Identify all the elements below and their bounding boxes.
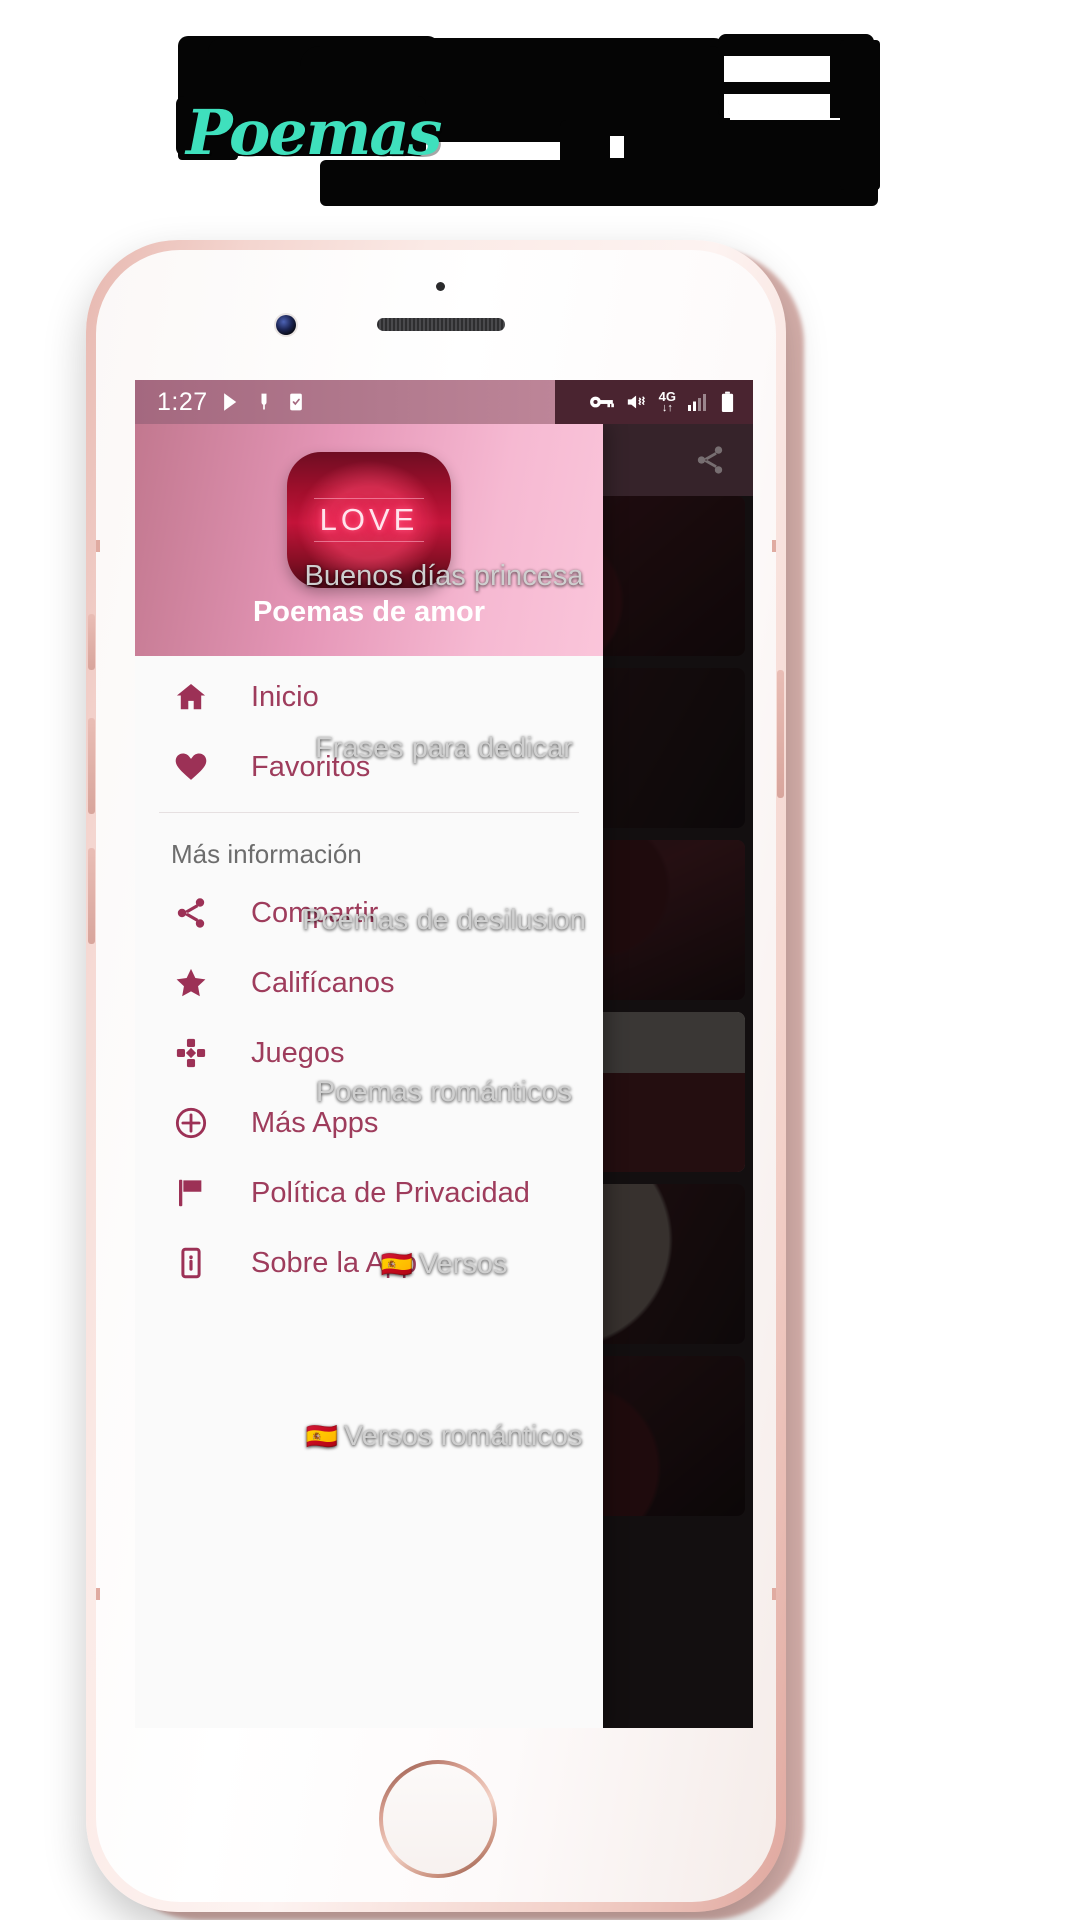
volume-up-button[interactable] xyxy=(88,718,95,814)
app-icon-label: LOVE xyxy=(313,498,425,542)
app-checkbox-icon xyxy=(286,391,306,413)
redaction-gap xyxy=(610,136,624,158)
redaction-block xyxy=(840,40,880,190)
sidebar-item-label: Juegos xyxy=(251,1036,345,1069)
card-label-text: Versos románticos xyxy=(343,1419,583,1452)
redaction-gap xyxy=(724,94,830,118)
status-bar-right: 4G ↓↑ xyxy=(555,380,753,424)
battery-icon xyxy=(720,391,735,413)
vpn-key-icon xyxy=(589,392,615,412)
antenna-line xyxy=(772,540,776,552)
phone-screen: Buenos días princesa Frases para dedicar… xyxy=(135,380,753,1728)
power-button[interactable] xyxy=(777,670,784,798)
sidebar-item-label: Más Apps xyxy=(251,1106,379,1139)
phone-device: Buenos días princesa Frases para dedicar… xyxy=(86,240,804,1920)
earpiece-speaker xyxy=(377,318,505,331)
card-label: 🇪🇸 Versos románticos xyxy=(296,1419,593,1453)
card-label-text: Versos xyxy=(418,1247,508,1280)
sidebar-item-label: Califícanos xyxy=(251,966,395,999)
sidebar-item-inicio[interactable]: Inicio xyxy=(135,662,603,732)
redaction-gap xyxy=(724,56,830,82)
drawer-section-title: Más información xyxy=(171,839,362,869)
antenna-line xyxy=(96,540,100,552)
banner-script-title: Poemas xyxy=(186,96,442,169)
app-name-label: Poemas de amor xyxy=(252,596,486,628)
proximity-sensor-icon xyxy=(436,282,445,291)
sidebar-item-politica-privacidad[interactable]: Política de Privacidad xyxy=(135,1158,603,1228)
mobile-data-4g-icon: 4G ↓↑ xyxy=(659,390,676,414)
antenna-line xyxy=(96,1588,100,1600)
flag-icon xyxy=(173,1175,251,1211)
mute-icon xyxy=(626,392,648,412)
card-label: Frases para dedicar xyxy=(315,731,573,764)
flag-icon: 🇪🇸 xyxy=(305,1420,338,1451)
front-camera-icon xyxy=(276,315,296,335)
volume-down-button[interactable] xyxy=(88,848,95,944)
antenna-line xyxy=(772,1588,776,1600)
star-icon xyxy=(173,965,251,1001)
heart-icon xyxy=(173,749,251,785)
home-button[interactable] xyxy=(379,1760,497,1878)
data-arrows-label: ↓↑ xyxy=(661,402,673,414)
status-bar-clock: 1:27 xyxy=(157,387,208,416)
sidebar-item-label: Inicio xyxy=(251,680,319,713)
sidebar-item-label: Política de Privacidad xyxy=(251,1176,530,1209)
drawer-header: LOVE Poemas de amor xyxy=(135,424,603,656)
screenshot-root: Poemas Buenos días princesa Frases para … xyxy=(0,0,1080,1920)
card-label: 🇪🇸 Versos xyxy=(370,1247,517,1281)
flag-icon: 🇪🇸 xyxy=(380,1248,413,1279)
card-label: Buenos días princesa xyxy=(304,559,584,592)
card-label: Poemas de desilusion xyxy=(302,903,586,936)
obscured-banner: Poemas xyxy=(0,0,1080,232)
signal-bars-icon xyxy=(687,392,709,412)
sidebar-item-calificanos[interactable]: Califícanos xyxy=(135,948,603,1018)
home-icon xyxy=(173,679,251,715)
mute-switch-button[interactable] xyxy=(88,614,95,670)
plus-circle-icon xyxy=(173,1105,251,1141)
usb-icon xyxy=(254,391,274,413)
play-store-icon xyxy=(220,391,242,413)
share-icon xyxy=(173,895,251,931)
sidebar-item-sobre-la-app[interactable]: Sobre la App xyxy=(135,1228,603,1298)
status-bar-left: 1:27 xyxy=(135,380,555,424)
status-bar: 1:27 4G ↓↑ xyxy=(135,380,753,424)
card-label: Poemas románticos xyxy=(315,1075,573,1108)
gamepad-icon xyxy=(173,1035,251,1071)
info-phone-icon xyxy=(173,1245,251,1281)
